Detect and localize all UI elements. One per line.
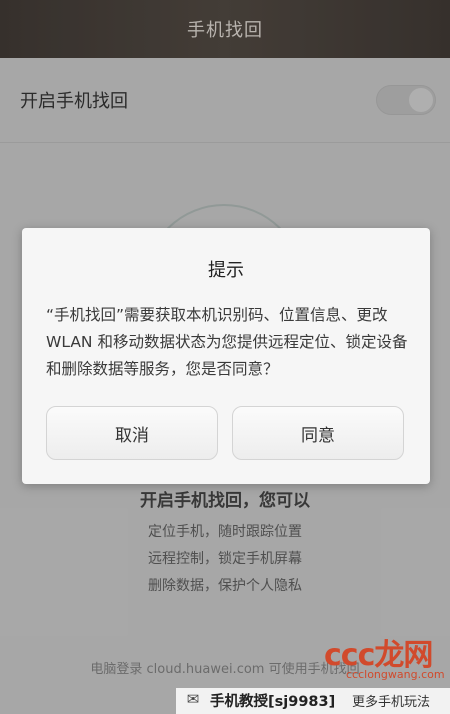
dialog-title: 提示 [208, 260, 244, 281]
wechat-icon: ✉ [186, 690, 200, 708]
watermark-tagline: 更多手机玩法 [352, 695, 431, 710]
dialog-message: “手机找回”需要获取本机识别码、位置信息、更改WLAN 和移动数据状态为您提供远… [46, 306, 408, 378]
logo-subtext: ccclongwang.com [346, 668, 445, 681]
permission-dialog: 提示 “手机找回”需要获取本机识别码、位置信息、更改WLAN 和移动数据状态为您… [22, 228, 430, 484]
site-logo: ccc龙网 ccclongwang.com [320, 630, 445, 686]
watermark-account: 手机教授[sj9983] [210, 694, 336, 710]
agree-button[interactable]: 同意 [232, 406, 404, 460]
cancel-button[interactable]: 取消 [46, 406, 218, 460]
